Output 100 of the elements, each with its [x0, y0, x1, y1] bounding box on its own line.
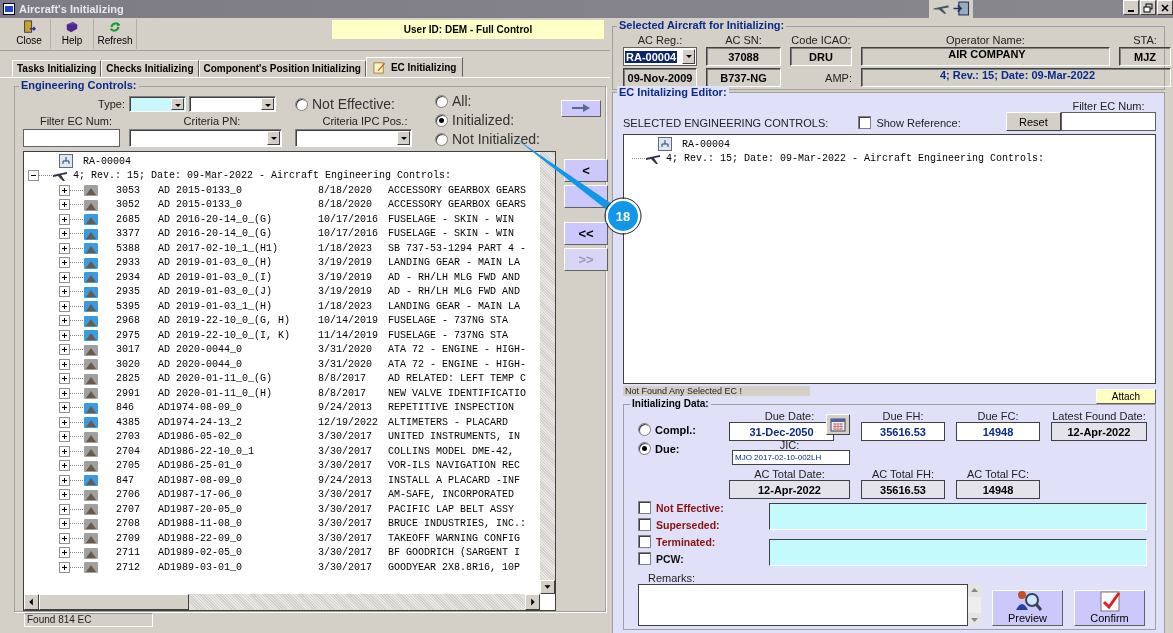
- tab[interactable]: Checks Initializing: [101, 60, 199, 77]
- expand-icon[interactable]: [59, 532, 70, 544]
- expand-icon[interactable]: [59, 286, 70, 298]
- radio-option[interactable]: Not Effective:: [295, 96, 435, 112]
- expand-icon[interactable]: [59, 300, 70, 312]
- radio-option[interactable]: Not Initialized:: [435, 131, 555, 147]
- show-reference-checkbox[interactable]: Show Reference:: [858, 116, 961, 129]
- flag-checkbox[interactable]: PCW:: [638, 552, 769, 565]
- text-field[interactable]: [769, 539, 1147, 566]
- field-label: AMP:: [825, 71, 852, 84]
- transfer-button[interactable]: <<: [564, 222, 608, 245]
- ec-date: 3/30/2017: [318, 445, 373, 457]
- field-label: Due FH:: [882, 410, 924, 422]
- vertical-scrollbar[interactable]: [540, 152, 555, 594]
- tab[interactable]: Tasks Initializing: [12, 60, 102, 77]
- scroll-thumb[interactable]: [39, 594, 189, 610]
- toolbar-button[interactable]: Close: [8, 19, 51, 49]
- preview-button[interactable]: Preview: [992, 590, 1063, 626]
- scroll-up-icon[interactable]: [968, 584, 981, 597]
- tree-node[interactable]: RA-00004: [682, 138, 730, 150]
- expand-icon[interactable]: [59, 503, 70, 515]
- exit-icon[interactable]: [952, 1, 970, 16]
- expand-icon[interactable]: [59, 387, 70, 399]
- expand-icon[interactable]: [59, 329, 70, 341]
- expand-icon[interactable]: [59, 242, 70, 254]
- radio-option[interactable]: Compl.:: [638, 423, 729, 436]
- field-label: STA:: [1133, 34, 1157, 46]
- expand-icon[interactable]: [59, 213, 70, 225]
- expand-icon[interactable]: [59, 518, 70, 530]
- add-button[interactable]: [561, 99, 601, 117]
- confirm-button[interactable]: Confirm: [1074, 590, 1145, 626]
- ec-number: 846: [116, 402, 135, 414]
- field-label: Filter EC Num:: [1072, 100, 1145, 112]
- text-field[interactable]: [769, 503, 1147, 530]
- ec-description: AD - RH/LH MLG FWD AND: [388, 286, 521, 298]
- expand-icon[interactable]: [59, 474, 70, 486]
- tab[interactable]: EC Initializing: [365, 57, 464, 77]
- tree-node[interactable]: RA-00004: [83, 155, 131, 167]
- scroll-right-icon[interactable]: [525, 594, 540, 610]
- tab[interactable]: Component's Position Initializing: [198, 60, 366, 77]
- type-dropdown[interactable]: [189, 96, 276, 112]
- jic-field[interactable]: MJO 2017-02-10-002LH: [732, 450, 850, 465]
- restore-button[interactable]: [1140, 0, 1156, 15]
- ec-number: 3017: [116, 344, 141, 356]
- expand-icon[interactable]: [59, 373, 70, 385]
- transfer-button[interactable]: <: [564, 159, 608, 182]
- expand-icon[interactable]: [59, 561, 70, 573]
- vertical-scrollbar[interactable]: [968, 584, 981, 626]
- ec-number: 4385: [116, 416, 141, 428]
- expand-icon[interactable]: [59, 402, 70, 414]
- expand-icon[interactable]: [59, 257, 70, 269]
- radio-option[interactable]: All:: [435, 93, 555, 109]
- filter-ec-field[interactable]: [23, 128, 120, 147]
- type-dropdown[interactable]: [129, 96, 186, 112]
- expand-icon[interactable]: [59, 184, 70, 196]
- flag-checkbox[interactable]: Terminated:: [638, 535, 769, 548]
- expand-icon[interactable]: [59, 271, 70, 283]
- expand-icon[interactable]: [59, 431, 70, 443]
- ac-reg-dropdown[interactable]: RA-00004: [623, 47, 697, 66]
- criteria-pn-dropdown[interactable]: [129, 128, 282, 147]
- ec-number: 2711: [116, 547, 141, 559]
- ec-number: 2935: [116, 286, 141, 298]
- toolbar-button[interactable]: Help: [51, 19, 94, 49]
- minimize-icon: [1128, 9, 1134, 12]
- criteria-ipc-dropdown[interactable]: [295, 128, 412, 147]
- expand-icon[interactable]: [59, 416, 70, 428]
- tree-node[interactable]: 4; Rev.: 15; Date: 09-Mar-2022 - Aircraft Engineering Controls:: [666, 153, 1045, 165]
- expand-icon[interactable]: [59, 460, 70, 472]
- horizontal-scrollbar[interactable]: [24, 594, 540, 610]
- calendar-button[interactable]: [826, 414, 850, 435]
- remarks-field[interactable]: [638, 584, 968, 626]
- reset-button[interactable]: Reset: [1005, 112, 1061, 131]
- filter-ec-field[interactable]: [1061, 112, 1156, 131]
- collapse-icon[interactable]: [28, 170, 39, 182]
- flag-checkbox[interactable]: Superseded:: [638, 518, 769, 531]
- field-label: Due FC:: [977, 410, 1019, 422]
- attach-button[interactable]: Attach: [1096, 389, 1156, 404]
- scroll-down-icon[interactable]: [540, 580, 555, 594]
- expand-icon[interactable]: [59, 228, 70, 240]
- expand-icon[interactable]: [59, 358, 70, 370]
- expand-icon[interactable]: [59, 445, 70, 457]
- minimize-button[interactable]: [1123, 0, 1139, 15]
- ec-number: 5388: [116, 242, 141, 254]
- due-date-field[interactable]: 31-Dec-2050: [729, 422, 834, 441]
- expand-icon[interactable]: [59, 344, 70, 356]
- scroll-left-icon[interactable]: [24, 594, 39, 610]
- due-fh-field[interactable]: 35616.53: [861, 422, 945, 441]
- flag-checkbox[interactable]: Not Effective:: [638, 501, 769, 514]
- radio-option[interactable]: Due:: [638, 442, 729, 455]
- radio-option[interactable]: Initialized:: [435, 112, 555, 128]
- expand-icon[interactable]: [59, 547, 70, 559]
- expand-icon[interactable]: [59, 199, 70, 211]
- tree-node[interactable]: 4; Rev.: 15; Date: 09-Mar-2022 - Aircraft Engineering Controls:: [73, 170, 452, 182]
- expand-icon[interactable]: [59, 489, 70, 501]
- expand-icon[interactable]: [59, 315, 70, 327]
- ec-number: 2706: [116, 489, 141, 501]
- toolbar-button[interactable]: Refresh: [94, 19, 137, 49]
- panel-title: Initializing Data:: [630, 398, 711, 409]
- close-button[interactable]: [1157, 0, 1173, 15]
- due-fc-field[interactable]: 14948: [956, 422, 1040, 441]
